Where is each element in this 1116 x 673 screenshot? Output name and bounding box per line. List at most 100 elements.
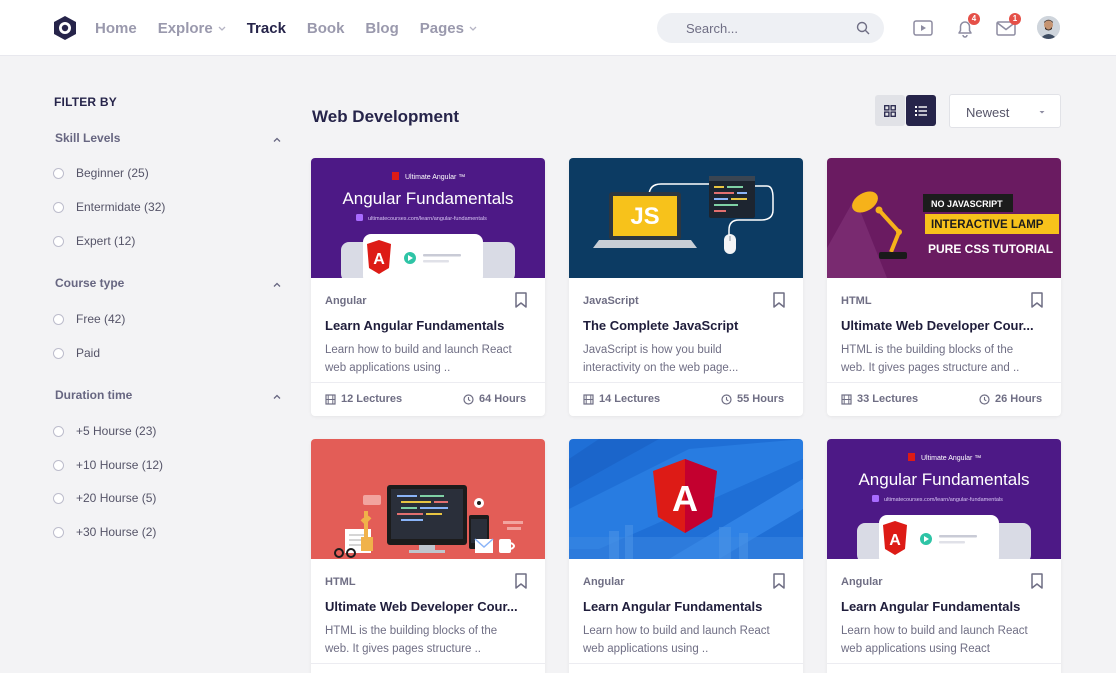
clock-icon — [979, 393, 990, 405]
sort-value: Newest — [966, 105, 1010, 120]
radio-button[interactable] — [53, 459, 64, 471]
thumb-lamp-1: NO JAVASCRIPT — [931, 199, 1003, 209]
nav-blog[interactable]: Blog — [365, 20, 398, 37]
filter-option-label: Beginner (25) — [76, 166, 149, 180]
course-title[interactable]: Ultimate Web Developer Cour... — [325, 599, 535, 614]
course-card[interactable]: Ultimate Angular ™ Angular Fundamentals … — [311, 158, 545, 416]
video-play-icon[interactable] — [912, 17, 934, 39]
chevron-down-icon — [469, 26, 477, 31]
nav-home-label: Home — [95, 19, 137, 37]
course-category: Angular — [583, 576, 625, 588]
nav-explore[interactable]: Explore — [158, 20, 226, 37]
course-description: JavaScript is how you build interactivity… — [583, 341, 793, 377]
thumb-brand: Ultimate Angular ™ — [921, 455, 981, 462]
course-title[interactable]: Learn Angular Fundamentals — [583, 599, 793, 614]
list-icon — [915, 105, 927, 116]
list-view-button[interactable] — [906, 95, 936, 126]
course-card[interactable]: Ultimate Angular ™ Angular Fundamentals … — [827, 439, 1061, 673]
course-thumbnail-angular: Ultimate Angular ™ Angular Fundamentals … — [311, 158, 545, 278]
nav-track-label: Track — [246, 19, 286, 37]
search-icon[interactable] — [856, 21, 870, 35]
bookmark-icon[interactable] — [1030, 292, 1044, 308]
lectures-count: 14 Lectures — [599, 393, 661, 405]
grid-view-button[interactable] — [875, 95, 905, 126]
avatar[interactable] — [1037, 16, 1060, 39]
course-footer: 14 Lectures 55 Hours — [569, 382, 803, 416]
course-description-line: web. It gives pages structure and .. — [841, 362, 1020, 374]
course-title[interactable]: The Complete JavaScript — [583, 318, 793, 333]
search-input[interactable]: Search... — [657, 13, 884, 43]
nav-track[interactable]: Track — [247, 20, 286, 37]
bookmark-icon[interactable] — [772, 573, 786, 589]
page-title: Web Development — [312, 107, 460, 126]
course-lectures: 33 Lectures — [841, 393, 918, 405]
course-title[interactable]: Learn Angular Fundamentals — [841, 599, 1051, 614]
filter-option-intermediate[interactable]: Entermidate (32) — [53, 200, 165, 214]
radio-button[interactable] — [53, 235, 64, 247]
course-card[interactable]: A Angular Learn Angular Fundamentals Lea… — [569, 439, 803, 673]
radio-button[interactable] — [53, 492, 64, 504]
nav-book-label: Book — [306, 19, 345, 37]
logo-icon[interactable] — [52, 15, 78, 41]
course-footer — [569, 663, 803, 673]
nav-home[interactable]: Home — [95, 20, 137, 37]
film-icon — [841, 393, 852, 405]
radio-button[interactable] — [53, 313, 64, 325]
thumb-title: Angular Fundamentals — [342, 189, 513, 208]
filter-option-label: +30 Hourse (2) — [76, 525, 157, 539]
filter-option-expert[interactable]: Expert (12) — [53, 234, 135, 248]
bookmark-icon[interactable] — [514, 573, 528, 589]
filter-option-label: +20 Hourse (5) — [76, 491, 157, 505]
nav-book[interactable]: Book — [307, 20, 345, 37]
hours-count: 26 Hours — [995, 393, 1043, 405]
filter-option-label: Paid — [76, 346, 101, 360]
course-card[interactable]: NO JAVASCRIPT INTERACTIVE LAMP PURE CSS … — [827, 158, 1061, 416]
bookmark-icon[interactable] — [772, 292, 786, 308]
filter-option-paid[interactable]: Paid — [53, 346, 100, 360]
filter-option-30-hours[interactable]: +30 Hourse (2) — [53, 525, 156, 539]
radio-button[interactable] — [53, 526, 64, 538]
filter-option-label: +5 Hourse (23) — [76, 424, 157, 438]
course-title[interactable]: Ultimate Web Developer Cour... — [841, 318, 1051, 333]
filter-title: FILTER BY — [54, 95, 117, 109]
sort-select[interactable]: Newest — [949, 94, 1061, 128]
filter-option-20-hours[interactable]: +20 Hourse (5) — [53, 491, 156, 505]
bookmark-icon[interactable] — [514, 292, 528, 308]
course-card[interactable]: JS JavaScript The Complete JavaScript Ja… — [569, 158, 803, 416]
radio-button[interactable] — [53, 425, 64, 437]
thumb-url: ultimatecourses.com/learn/angular-fundam… — [368, 216, 487, 222]
course-title[interactable]: Learn Angular Fundamentals — [325, 318, 535, 333]
chevron-up-icon[interactable] — [272, 392, 282, 402]
caret-down-icon — [1039, 111, 1045, 114]
search-placeholder: Search... — [686, 21, 739, 36]
course-footer: 12 Lectures 64 Hours — [311, 382, 545, 416]
filter-group-duration-time[interactable]: Duration time — [55, 388, 132, 402]
radio-button[interactable] — [53, 167, 64, 179]
course-category: Angular — [325, 295, 367, 307]
course-thumbnail-angular: Ultimate Angular ™ Angular Fundamentals … — [827, 439, 1061, 559]
course-description-line: web applications using .. — [583, 643, 709, 655]
filter-option-beginner[interactable]: Beginner (25) — [53, 166, 149, 180]
filter-option-5-hours[interactable]: +5 Hourse (23) — [53, 424, 156, 438]
course-hours: 26 Hours — [979, 393, 1042, 405]
filter-option-10-hours[interactable]: +10 Hourse (12) — [53, 458, 163, 472]
course-card[interactable]: HTML Ultimate Web Developer Cour... HTML… — [311, 439, 545, 673]
chevron-up-icon[interactable] — [272, 135, 282, 145]
course-thumbnail-angular-blue: A — [569, 439, 803, 559]
filter-group-skill-levels[interactable]: Skill Levels — [55, 131, 120, 145]
radio-button[interactable] — [53, 201, 64, 213]
course-hours: 64 Hours — [463, 393, 526, 405]
bookmark-icon[interactable] — [1030, 573, 1044, 589]
svg-text:A: A — [889, 532, 901, 549]
main-nav: Home Explore Track Book Blog Pages — [95, 0, 498, 56]
course-footer — [311, 663, 545, 673]
chevron-up-icon[interactable] — [272, 280, 282, 290]
course-category: HTML — [325, 576, 356, 588]
filter-group-course-type[interactable]: Course type — [55, 276, 124, 290]
course-description-line: web. It gives pages structure .. — [325, 643, 481, 655]
course-description-line: interactivity on the web page... — [583, 362, 739, 374]
course-category: HTML — [841, 295, 872, 307]
nav-pages[interactable]: Pages — [420, 20, 477, 37]
filter-option-free[interactable]: Free (42) — [53, 312, 125, 326]
radio-button[interactable] — [53, 347, 64, 359]
